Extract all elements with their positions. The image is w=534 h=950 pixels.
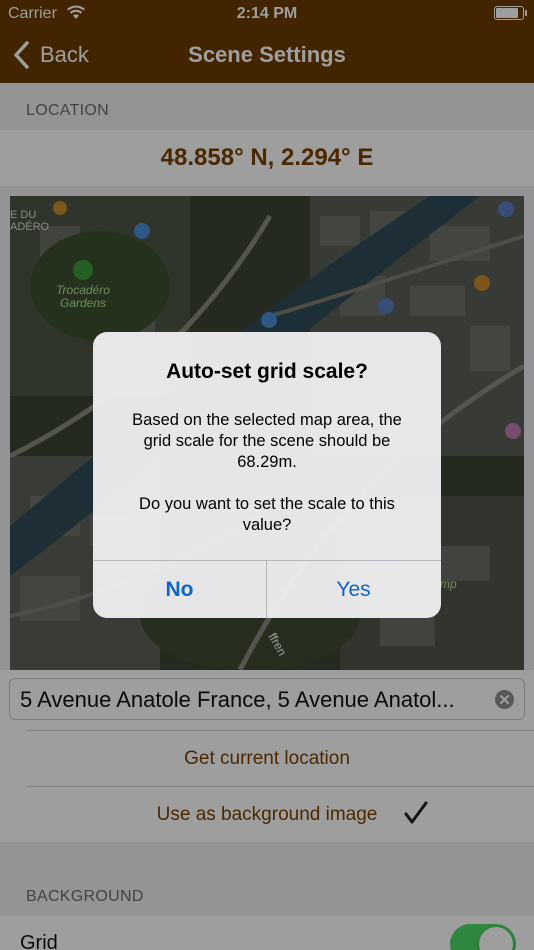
yes-button[interactable]: Yes	[267, 561, 440, 618]
no-button[interactable]: No	[93, 561, 266, 618]
alert-message: Based on the selected map area, the grid…	[117, 410, 417, 536]
alert-message-line-1: Based on the selected map area, the grid…	[132, 411, 402, 471]
auto-grid-scale-alert: Auto-set grid scale? Based on the select…	[93, 332, 441, 618]
alert-title: Auto-set grid scale?	[166, 360, 368, 383]
alert-message-line-2: Do you want to set the scale to this val…	[139, 495, 395, 534]
